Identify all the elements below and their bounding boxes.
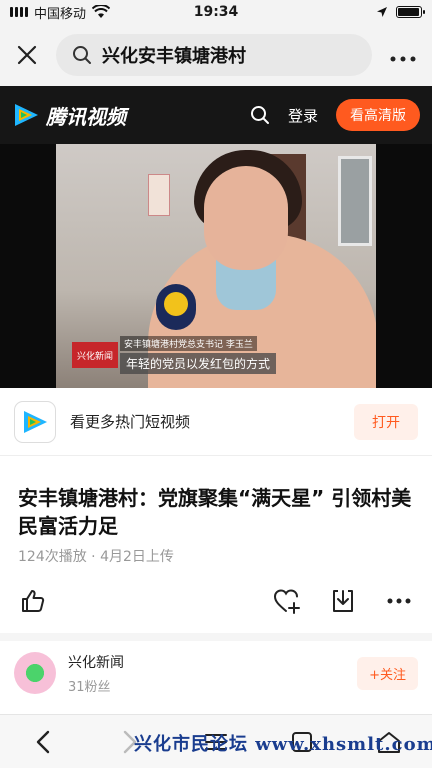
carrier-label: 中国移动 bbox=[34, 6, 87, 22]
status-bar: 中国移动 19:34 bbox=[0, 0, 432, 24]
promo-text: 看更多热门短视频 bbox=[70, 413, 191, 431]
section-divider bbox=[0, 633, 432, 641]
favorite-button[interactable] bbox=[272, 586, 302, 616]
site-logo-text: 腾讯视频 bbox=[46, 104, 126, 129]
open-app-button[interactable]: 打开 bbox=[354, 403, 418, 440]
video-frame: 安丰镇塘港村党总支书记 李玉兰 年轻的党员以发红包的方式 兴化新闻 bbox=[56, 144, 376, 388]
close-button[interactable] bbox=[12, 40, 42, 70]
more-options-button[interactable] bbox=[386, 43, 420, 68]
video-player[interactable]: 安丰镇塘港村党总支书记 李玉兰 年轻的党员以发红包的方式 兴化新闻 bbox=[0, 144, 432, 388]
heart-plus-icon bbox=[273, 589, 300, 614]
header-actions: 登录 看高清版 bbox=[250, 99, 420, 131]
site-logo[interactable]: 腾讯视频 bbox=[12, 101, 126, 130]
status-time: 19:34 bbox=[193, 4, 239, 20]
search-header: 兴化安丰镇塘港村 bbox=[0, 24, 432, 86]
station-logo: 兴化新闻 bbox=[72, 342, 118, 368]
login-link[interactable]: 登录 bbox=[288, 105, 318, 126]
action-row bbox=[0, 584, 432, 618]
author-fans: 31粉丝 bbox=[68, 679, 111, 695]
author-name[interactable]: 兴化新闻 bbox=[68, 652, 124, 672]
more-icon bbox=[390, 56, 416, 61]
author-info: 兴化新闻 31粉丝 bbox=[68, 652, 124, 695]
download-icon bbox=[333, 590, 353, 612]
like-button[interactable] bbox=[18, 586, 48, 616]
status-right bbox=[376, 6, 425, 18]
video-site-header: 腾讯视频 登录 看高清版 bbox=[0, 86, 432, 144]
more-icon bbox=[387, 598, 411, 604]
wall-notice bbox=[148, 174, 170, 216]
search-input[interactable]: 兴化安丰镇塘港村 bbox=[56, 34, 372, 76]
tencent-video-app-icon bbox=[24, 410, 47, 433]
app-icon bbox=[14, 400, 56, 443]
caption-subtitle: 年轻的党员以发红包的方式 bbox=[120, 353, 277, 374]
search-query: 兴化安丰镇塘港村 bbox=[102, 46, 246, 67]
back-button[interactable] bbox=[27, 726, 59, 758]
download-button[interactable] bbox=[328, 586, 358, 616]
forum-watermark: 兴化市民论坛 www.xhsmlt.com bbox=[134, 734, 432, 755]
location-arrow-icon bbox=[377, 7, 387, 17]
app-promo-bar: 看更多热门短视频 打开 bbox=[0, 388, 432, 456]
person-face bbox=[204, 166, 288, 270]
battery-icon bbox=[396, 6, 425, 18]
caption-speaker: 安丰镇塘港村党总支书记 李玉兰 bbox=[120, 336, 257, 351]
window bbox=[338, 156, 372, 246]
chevron-left-icon bbox=[36, 730, 50, 753]
hd-version-button[interactable]: 看高清版 bbox=[336, 99, 420, 131]
status-left: 中国移动 bbox=[10, 3, 111, 22]
wifi-icon bbox=[92, 5, 111, 18]
search-icon[interactable] bbox=[250, 105, 270, 125]
avatar[interactable] bbox=[14, 652, 56, 694]
tencent-video-logo-icon bbox=[15, 104, 38, 126]
video-meta: 124次播放 · 4月2日上传 bbox=[18, 549, 174, 565]
video-title: 安丰镇塘港村：党旗聚集“满天星” 引领村美民富活力足 bbox=[18, 486, 412, 538]
signal-icon bbox=[10, 7, 28, 17]
thumbs-up-icon bbox=[22, 590, 45, 612]
microphone-logo bbox=[164, 292, 188, 316]
more-actions-button[interactable] bbox=[384, 586, 414, 616]
author-row: 兴化新闻 31粉丝 +关注 bbox=[0, 644, 432, 702]
close-icon bbox=[17, 45, 37, 65]
search-icon bbox=[73, 46, 91, 64]
follow-button[interactable]: +关注 bbox=[357, 656, 418, 690]
